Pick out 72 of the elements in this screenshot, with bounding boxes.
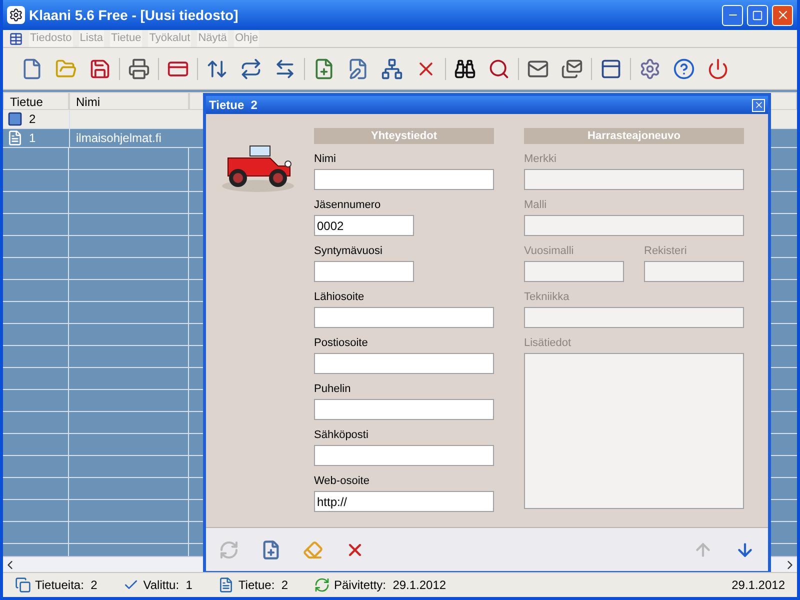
field-label: Sähköposti xyxy=(314,428,370,442)
input-field[interactable]: http:// xyxy=(314,491,494,512)
pages-icon xyxy=(15,577,31,593)
field-label: Rekisteri xyxy=(644,244,688,258)
minimize-button[interactable] xyxy=(722,4,743,26)
table-cell-text: 1 xyxy=(29,130,36,147)
add-record-icon[interactable] xyxy=(313,58,335,80)
field-label: Postiosoite xyxy=(314,336,369,350)
mails-icon[interactable] xyxy=(561,58,583,80)
table-cell-text: ilmaisohjelmat.fi xyxy=(76,130,162,147)
section-heading: Harrasteajoneuvo xyxy=(524,128,744,144)
eraser-icon xyxy=(303,540,323,560)
refresh-icon xyxy=(219,540,239,560)
field-label: Malli xyxy=(524,198,548,212)
input-field[interactable] xyxy=(314,307,494,328)
close-button[interactable] xyxy=(772,4,793,26)
record-icon xyxy=(7,130,23,146)
status-text: Päivitetty: 29.1.2012 xyxy=(334,577,446,594)
settings-icon[interactable] xyxy=(639,58,661,80)
menu-item[interactable]: Tietue xyxy=(110,30,142,47)
field-label: Nimi xyxy=(314,152,337,166)
section-heading: Yhteystiedot xyxy=(314,128,494,144)
input-field[interactable] xyxy=(314,353,494,374)
swap-icon[interactable] xyxy=(240,58,262,80)
record-icon xyxy=(218,577,234,593)
status-text: Tietueita: 2 xyxy=(35,577,98,594)
status-text: Tietue: 2 xyxy=(238,577,288,594)
field-label: Merkki xyxy=(524,152,558,166)
table-cell-text: 2 xyxy=(29,111,36,128)
field-label: Tekniikka xyxy=(524,290,570,304)
input-field[interactable] xyxy=(314,261,414,282)
window-icon[interactable] xyxy=(600,58,622,80)
column-header[interactable]: Tietue xyxy=(3,92,69,110)
new-file-icon[interactable] xyxy=(21,58,43,80)
input-field[interactable] xyxy=(314,445,494,466)
field-label: Puhelin xyxy=(314,382,352,396)
input-field[interactable] xyxy=(314,169,494,190)
menu-item[interactable]: Ohje xyxy=(234,30,260,47)
tree-icon[interactable] xyxy=(381,58,403,80)
print-icon[interactable] xyxy=(128,58,150,80)
table-icon xyxy=(9,32,23,46)
add-record-icon xyxy=(261,540,281,560)
maximize-icon xyxy=(752,10,763,20)
field-label: Syntymävuosi xyxy=(314,244,384,258)
input-field[interactable]: 0002 xyxy=(314,215,414,236)
refresh-icon xyxy=(314,577,330,593)
status-date: 29.1.2012 xyxy=(732,577,785,594)
field-label: Lähiosoite xyxy=(314,290,366,304)
field-label: Vuosimalli xyxy=(524,244,575,258)
field-label: Web-osoite xyxy=(314,474,370,488)
record-icon xyxy=(7,111,23,127)
window-title: Klaani 5.6 Free - [Uusi tiedosto] xyxy=(29,6,240,25)
close-button[interactable] xyxy=(752,98,765,112)
binoculars-icon[interactable] xyxy=(454,58,476,80)
field-label: Jäsennumero xyxy=(314,198,382,212)
close-icon xyxy=(754,100,764,110)
menu-item[interactable]: Tiedosto xyxy=(29,30,73,47)
save-icon[interactable] xyxy=(89,58,111,80)
app-icon xyxy=(7,6,25,24)
power-icon[interactable] xyxy=(707,58,729,80)
sort-icon[interactable] xyxy=(206,58,228,80)
dialog-title: Tietue 2 xyxy=(209,97,258,114)
maximize-button[interactable] xyxy=(747,4,768,26)
menu-item[interactable]: Lista xyxy=(78,30,104,47)
status-text: Valittu: 1 xyxy=(143,577,192,594)
menu-item[interactable]: Näytä xyxy=(197,30,228,47)
field-label: Lisätiedot xyxy=(524,336,572,350)
help-icon[interactable] xyxy=(673,58,695,80)
column-header[interactable]: Nimi xyxy=(69,92,189,110)
edit-record-icon[interactable] xyxy=(347,58,369,80)
menu-item[interactable]: Työkalut xyxy=(148,30,192,47)
input-field[interactable] xyxy=(314,399,494,420)
